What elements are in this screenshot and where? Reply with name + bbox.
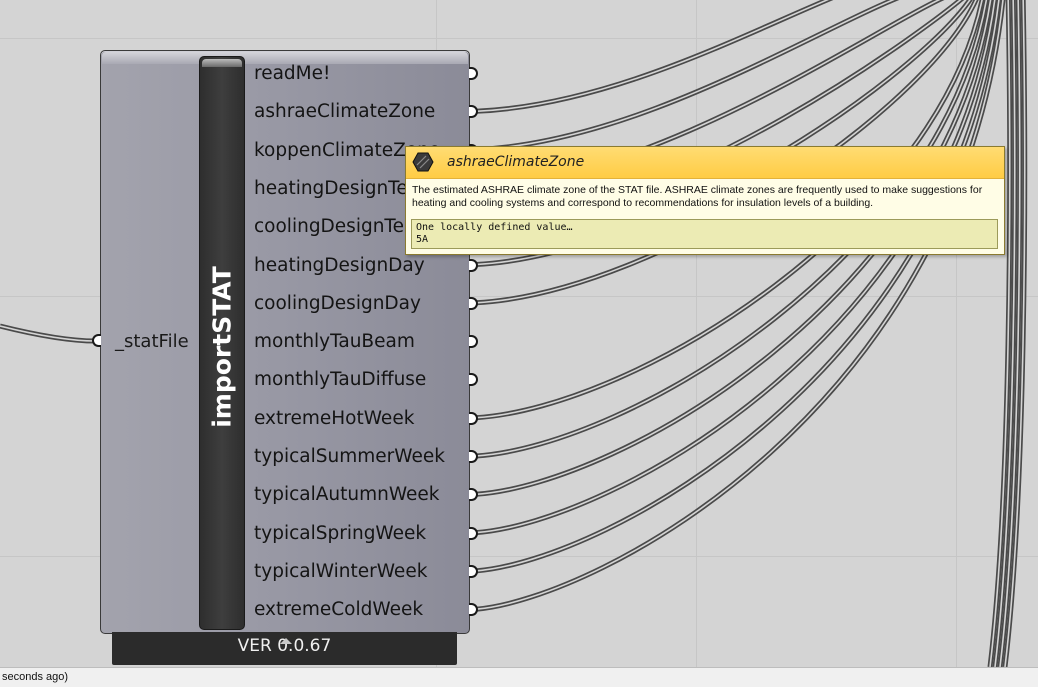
tooltip-title: ashraeClimateZone — [447, 154, 585, 170]
output-label-typicalsummerweek: typicalSummerWeek — [254, 446, 445, 467]
output-label-extremehotweek: extremeHotWeek — [254, 407, 415, 429]
wire-in — [0, 323, 97, 344]
grasshopper-canvas[interactable]: _statFile importSTAT readMe! ashraeClimat… — [0, 0, 1038, 667]
wire-highlight-14 — [475, 0, 1004, 610]
hexagon-param-icon — [412, 152, 434, 172]
status-bar: seconds ago) — [0, 667, 1038, 687]
input-port-statfile[interactable] — [92, 334, 101, 347]
name-bar-bevel — [202, 59, 242, 67]
wire-highlight-13 — [475, 0, 1000, 572]
wire-13 — [475, 0, 1002, 574]
output-label-typicalwinterweek: typicalWinterWeek — [254, 560, 428, 582]
component-importstat[interactable]: _statFile importSTAT readMe! ashraeClimat… — [100, 50, 470, 634]
wire-14 — [475, 0, 1006, 612]
status-text: seconds ago) — [2, 671, 69, 683]
output-label-typicalautumnweek: typicalAutumnWeek — [254, 484, 440, 506]
version-notch — [280, 638, 292, 644]
output-label-coolingdesignday: coolingDesignDay — [254, 292, 421, 314]
tooltip-description: The estimated ASHRAE climate zone of the… — [412, 184, 983, 209]
tooltip-value-box: One locally defined value… 5A — [411, 219, 998, 249]
version-tab: VER 0.0.67 — [112, 632, 457, 665]
tooltip-value: 5A — [416, 234, 429, 245]
output-label-heatingdesignday: heatingDesignDay — [254, 254, 425, 276]
tooltip-header: ashraeClimateZone — [406, 147, 1004, 179]
output-label-monthlytaudiffuse: monthlyTauDiffuse — [254, 369, 427, 391]
input-label-statfile: _statFile — [115, 331, 189, 352]
component-name-bar[interactable]: importSTAT — [199, 56, 245, 630]
parameter-tooltip: ashraeClimateZone The estimated ASHRAE c… — [405, 146, 1005, 255]
output-label-typicalspringweek: typicalSpringWeek — [254, 522, 427, 544]
component-name: importSTAT — [207, 266, 237, 428]
output-label-ashraeclimatezone: ashraeClimateZone — [254, 101, 436, 123]
output-label-extremecoldweek: extremeColdWeek — [254, 599, 424, 621]
output-label-monthlytaubeam: monthlyTauBeam — [254, 331, 415, 353]
tooltip-value-summary: One locally defined value… — [416, 222, 573, 233]
output-label-readme: readMe! — [254, 63, 331, 84]
